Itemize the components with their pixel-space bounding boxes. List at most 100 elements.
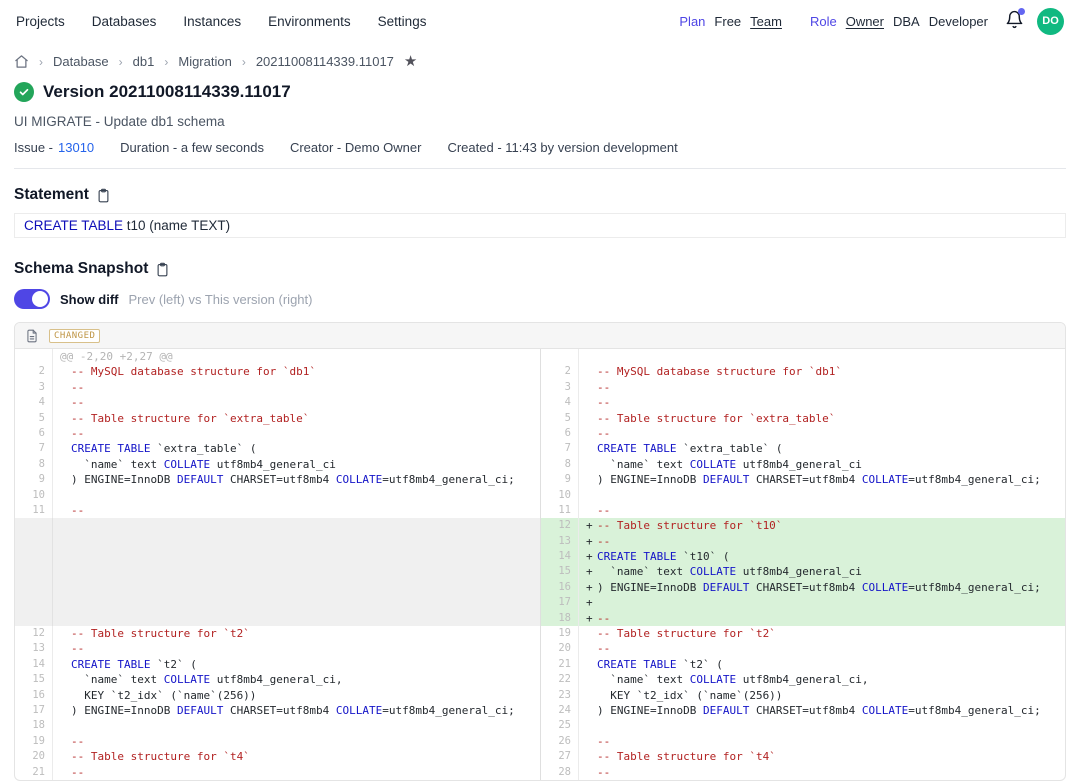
nav-item-settings[interactable]: Settings <box>378 14 427 29</box>
line-content: -- <box>53 734 540 749</box>
show-diff-row: Show diff Prev (left) vs This version (r… <box>14 289 1066 309</box>
line-number: 26 <box>541 734 579 749</box>
diff-viewer: CHANGED @@ -2,20 +2,27 @@2 -- MySQL data… <box>14 322 1066 781</box>
line-content: + <box>579 595 1065 610</box>
diff-line: 11 -- <box>15 503 540 518</box>
line-number: 10 <box>15 488 53 503</box>
diff-line: 25 <box>541 718 1065 733</box>
star-icon[interactable]: ★ <box>404 54 417 69</box>
diff-file-header: CHANGED <box>15 323 1065 349</box>
diff-line: 17 ) ENGINE=InnoDB DEFAULT CHARSET=utf8m… <box>15 703 540 718</box>
line-content: -- <box>53 503 540 518</box>
line-number: 28 <box>541 765 579 780</box>
role-link[interactable]: Role <box>810 14 837 29</box>
diff-line: 6 -- <box>15 426 540 441</box>
show-diff-toggle[interactable] <box>14 289 50 309</box>
nav-item-instances[interactable]: Instances <box>183 14 241 29</box>
chevron-right-icon: › <box>39 55 43 69</box>
line-number: 17 <box>15 703 53 718</box>
notifications-button[interactable] <box>1005 10 1024 32</box>
diff-line: 4 -- <box>541 395 1065 410</box>
diff-line-added: 14+CREATE TABLE `t10` ( <box>541 549 1065 564</box>
diff-line: 19 -- Table structure for `t2` <box>541 626 1065 641</box>
breadcrumb-db1[interactable]: db1 <box>133 54 155 69</box>
home-icon[interactable] <box>14 54 29 69</box>
line-content <box>53 534 540 549</box>
sql-rest: t10 (name TEXT) <box>123 218 230 233</box>
success-check-icon <box>14 82 34 102</box>
breadcrumb-version[interactable]: 20211008114339.11017 <box>256 54 394 69</box>
line-content: ) ENGINE=InnoDB DEFAULT CHARSET=utf8mb4 … <box>579 472 1065 487</box>
line-number: 12 <box>15 626 53 641</box>
line-number: 7 <box>541 441 579 456</box>
diff-line: 26 -- <box>541 734 1065 749</box>
line-number: 9 <box>541 472 579 487</box>
copy-schema-button[interactable] <box>155 262 170 277</box>
line-content: -- <box>579 380 1065 395</box>
line-content: -- <box>579 426 1065 441</box>
line-number: 6 <box>15 426 53 441</box>
line-content: -- Table structure for `t2` <box>53 626 540 641</box>
diff-hunk-line <box>541 349 1065 364</box>
diff-line: 19 -- <box>15 734 540 749</box>
diff-line: 7 CREATE TABLE `extra_table` ( <box>15 441 540 456</box>
line-content: -- Table structure for `extra_table` <box>53 411 540 426</box>
avatar[interactable]: DO <box>1037 8 1064 35</box>
breadcrumb-migration[interactable]: Migration <box>178 54 231 69</box>
line-content: +-- <box>579 534 1065 549</box>
diff-pane-left: @@ -2,20 +2,27 @@2 -- MySQL database str… <box>15 349 540 780</box>
diff-line: 12 -- Table structure for `t2` <box>15 626 540 641</box>
main-content: › Database › db1 › Migration › 202110081… <box>0 54 1080 781</box>
schema-snapshot-heading: Schema Snapshot <box>14 260 1066 278</box>
copy-statement-button[interactable] <box>96 188 111 203</box>
line-number: 8 <box>15 457 53 472</box>
nav-menu: Projects Databases Instances Environment… <box>16 14 426 29</box>
line-content: -- MySQL database structure for `db1` <box>53 364 540 379</box>
plan-team-link[interactable]: Team <box>750 14 782 29</box>
nav-item-projects[interactable]: Projects <box>16 14 65 29</box>
plan-link[interactable]: Plan <box>679 14 705 29</box>
line-number: 16 <box>15 688 53 703</box>
line-content: -- <box>53 380 540 395</box>
top-nav: Projects Databases Instances Environment… <box>0 0 1080 42</box>
nav-item-environments[interactable]: Environments <box>268 14 351 29</box>
role-developer-link[interactable]: Developer <box>929 14 988 29</box>
line-number <box>15 349 53 364</box>
diff-line: 8 `name` text COLLATE utf8mb4_general_ci <box>541 457 1065 472</box>
line-number: 15 <box>541 564 579 579</box>
line-number: 5 <box>541 411 579 426</box>
line-content: CREATE TABLE `t2` ( <box>579 657 1065 672</box>
meta-row: Issue - 13010 Duration - a few seconds C… <box>14 140 1066 155</box>
line-number: 15 <box>15 672 53 687</box>
line-content: ) ENGINE=InnoDB DEFAULT CHARSET=utf8mb4 … <box>53 703 540 718</box>
diff-line: 2 -- MySQL database structure for `db1` <box>541 364 1065 379</box>
nav-item-databases[interactable]: Databases <box>92 14 157 29</box>
diff-line-placeholder <box>15 611 540 626</box>
issue-link[interactable]: 13010 <box>58 140 94 155</box>
meta-issue: Issue - 13010 <box>14 140 94 155</box>
breadcrumb-database[interactable]: Database <box>53 54 109 69</box>
line-number: 18 <box>541 611 579 626</box>
diff-line-added: 12+-- Table structure for `t10` <box>541 518 1065 533</box>
role-dba-link[interactable]: DBA <box>893 14 920 29</box>
diff-line: 22 `name` text COLLATE utf8mb4_general_c… <box>541 672 1065 687</box>
line-number: 24 <box>541 703 579 718</box>
line-number: 12 <box>541 518 579 533</box>
line-content: `name` text COLLATE utf8mb4_general_ci, <box>579 672 1065 687</box>
meta-created: Created - 11:43 by version development <box>447 140 677 155</box>
diff-line-added: 16+) ENGINE=InnoDB DEFAULT CHARSET=utf8m… <box>541 580 1065 595</box>
clipboard-icon <box>155 262 170 277</box>
line-content <box>53 580 540 595</box>
line-content: -- <box>579 734 1065 749</box>
diff-line: 27 -- Table structure for `t4` <box>541 749 1065 764</box>
line-number <box>15 549 53 564</box>
line-number: 23 <box>541 688 579 703</box>
line-content: +) ENGINE=InnoDB DEFAULT CHARSET=utf8mb4… <box>579 580 1065 595</box>
role-owner-link[interactable]: Owner <box>846 14 884 29</box>
line-number: 4 <box>541 395 579 410</box>
line-number: 3 <box>15 380 53 395</box>
line-number: 3 <box>541 380 579 395</box>
chevron-right-icon: › <box>242 55 246 69</box>
line-content: -- <box>53 395 540 410</box>
meta-duration: Duration - a few seconds <box>120 140 264 155</box>
